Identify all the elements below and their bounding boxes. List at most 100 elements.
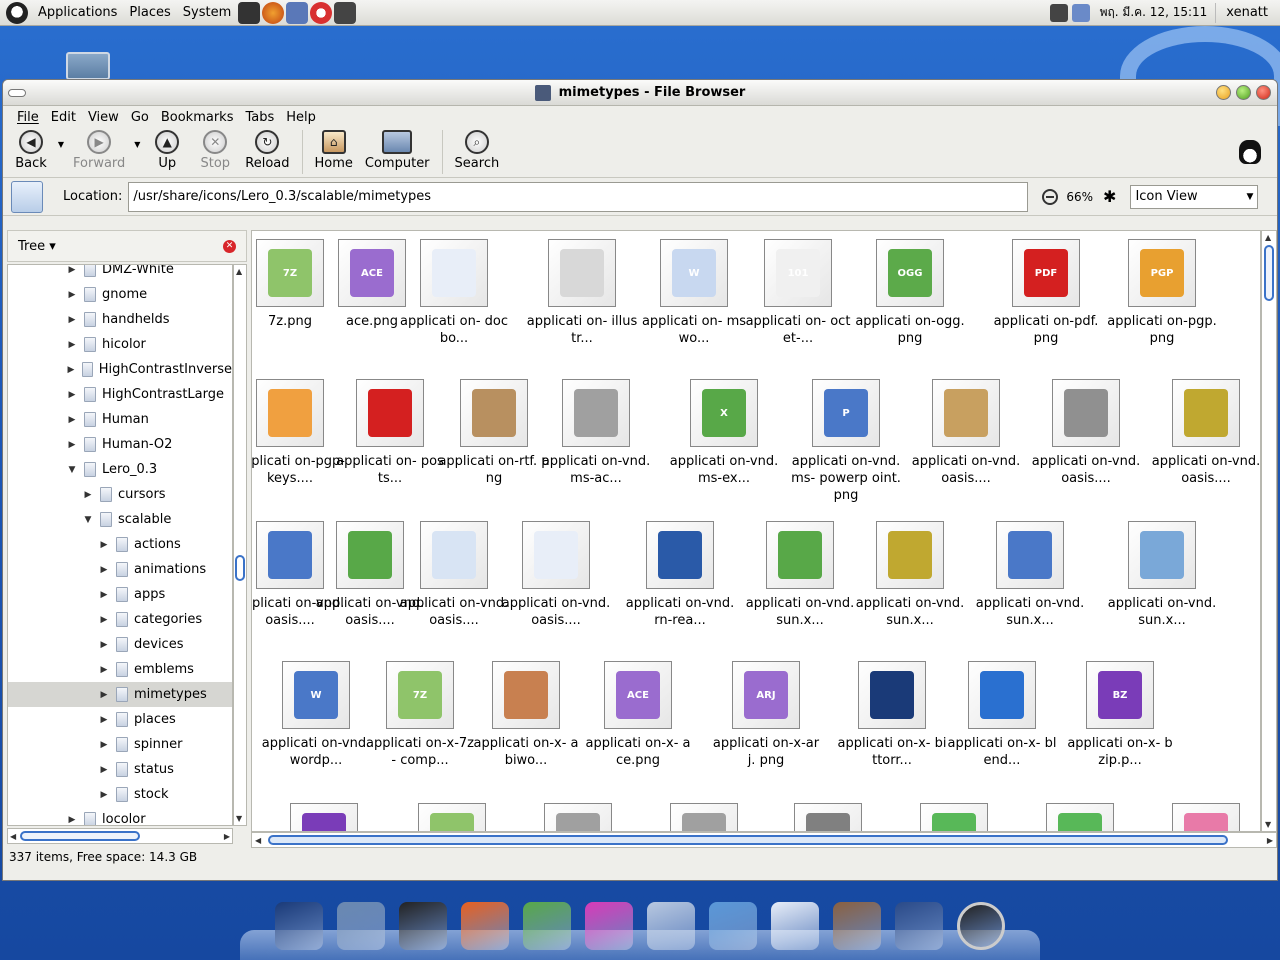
tree-hscroll-thumb[interactable] xyxy=(20,831,140,841)
file-icon-item[interactable]: Wapplicati on-vnd. wordp... xyxy=(256,661,376,769)
windows-logo-icon[interactable] xyxy=(275,902,323,950)
expander-closed-icon[interactable]: ▶ xyxy=(96,690,112,700)
mimetype-thumbnail-icon[interactable] xyxy=(418,803,486,831)
drawer-icon[interactable] xyxy=(709,902,757,950)
tree-row-scalable[interactable]: ▼ scalable xyxy=(8,507,232,532)
expander-closed-icon[interactable]: ▶ xyxy=(64,265,80,275)
expander-closed-icon[interactable]: ▶ xyxy=(96,640,112,650)
tree-row-emblems[interactable]: ▶ emblems xyxy=(8,657,232,682)
forward-history-dropdown[interactable]: ▼ xyxy=(131,128,143,149)
icon-view-hscroll-thumb[interactable] xyxy=(268,835,1228,845)
file-icon-item[interactable]: Wapplicati on- mswo... xyxy=(634,239,754,347)
expander-closed-icon[interactable]: ▶ xyxy=(64,440,80,450)
tree-row-dmz-white[interactable]: ▶ DMZ-White xyxy=(8,265,232,282)
pidgin-launcher-icon[interactable] xyxy=(286,1,309,24)
help-launcher-icon[interactable] xyxy=(310,1,333,24)
file-icon-item[interactable]: Xapplicati on-vnd. ms-ex... xyxy=(664,379,784,487)
scroll-right-arrow-icon[interactable]: ▶ xyxy=(224,832,230,841)
window-menu-button[interactable] xyxy=(8,89,26,97)
file-icon-item[interactable]: applicati on-vnd. sun.x... xyxy=(740,521,860,629)
printer-tray-icon[interactable] xyxy=(1049,3,1068,22)
search-button[interactable]: ⌕ Search xyxy=(449,128,506,171)
places-menu[interactable]: Places xyxy=(123,0,176,26)
tree-row-hicolor[interactable]: ▶ hicolor xyxy=(8,332,232,357)
expander-closed-icon[interactable]: ▶ xyxy=(64,815,80,825)
expander-open-icon[interactable]: ▼ xyxy=(64,465,80,475)
file-icon-item[interactable]: applicati on-vnd. rn-rea... xyxy=(620,521,740,629)
expander-closed-icon[interactable]: ▶ xyxy=(80,490,96,500)
file-icon-item[interactable]: Papplicati on-vnd. ms- powerp oint.png xyxy=(786,379,906,504)
file-icon-item[interactable]: 7Z applicati on-x-7z- comp... xyxy=(360,661,480,769)
expander-closed-icon[interactable]: ▶ xyxy=(64,415,80,425)
file-icon-item[interactable]: PDF applicati on-pdf. png xyxy=(986,239,1106,347)
side-pane-mode-select[interactable]: Tree ▾ xyxy=(18,239,56,254)
up-button[interactable]: ▲ Up xyxy=(143,128,191,171)
tree-row-animations[interactable]: ▶ animations xyxy=(8,557,232,582)
file-icon-item[interactable]: applicati on-vnd. oasis.... xyxy=(1146,379,1260,487)
tree-vertical-scrollbar[interactable]: ▲ ▼ xyxy=(233,264,247,826)
panel-clock[interactable]: พฤ. มี.ค. 12, 15:11 xyxy=(1092,3,1216,22)
tree-row-categories[interactable]: ▶ categories xyxy=(8,607,232,632)
minimize-button[interactable] xyxy=(1216,85,1231,100)
power-icon[interactable] xyxy=(957,902,1005,950)
tree-row-devices[interactable]: ▶ devices xyxy=(8,632,232,657)
calendar-icon[interactable] xyxy=(895,902,943,950)
menu-view[interactable]: View xyxy=(82,110,125,125)
tree-row-locolor[interactable]: ▶ locolor xyxy=(8,807,232,825)
scroll-left-arrow-icon[interactable]: ◀ xyxy=(10,832,16,841)
mimetype-thumbnail-icon[interactable] xyxy=(1046,803,1114,831)
screenshot-launcher-icon[interactable] xyxy=(334,1,357,24)
scroll-up-arrow-icon[interactable]: ▲ xyxy=(1265,233,1271,242)
tree-row-cursors[interactable]: ▶ cursors xyxy=(8,482,232,507)
file-icon-item[interactable]: ACE applicati on-x- ace.png xyxy=(578,661,698,769)
mimetype-thumbnail-icon[interactable] xyxy=(1172,803,1240,831)
file-icon-item[interactable]: applicati on-vnd. oasis.... xyxy=(496,521,616,629)
mimetype-thumbnail-icon[interactable] xyxy=(670,803,738,831)
expander-closed-icon[interactable]: ▶ xyxy=(96,665,112,675)
expander-open-icon[interactable]: ▼ xyxy=(80,515,96,525)
close-button[interactable] xyxy=(1256,85,1271,100)
tree-row-actions[interactable]: ▶ actions xyxy=(8,532,232,557)
view-mode-select[interactable]: Icon View ▼ xyxy=(1130,184,1259,209)
icon-view-vertical-scrollbar[interactable]: ▲ ▼ xyxy=(1261,230,1277,832)
zoom-in-icon[interactable]: ✱ xyxy=(1103,187,1116,206)
zoom-out-icon[interactable] xyxy=(1042,188,1059,205)
scroll-down-arrow-icon[interactable]: ▼ xyxy=(236,814,242,823)
menu-edit[interactable]: Edit xyxy=(45,110,82,125)
expander-closed-icon[interactable]: ▶ xyxy=(96,740,112,750)
tree-row-lero_0.3[interactable]: ▼ Lero_0.3 xyxy=(8,457,232,482)
close-side-pane-icon[interactable]: ✕ xyxy=(223,239,236,253)
tree-row-highcontrastlarge[interactable]: ▶ HighContrastLarge xyxy=(8,382,232,407)
file-icon-item[interactable]: applicati on-x- bittorr... xyxy=(832,661,952,769)
maximize-button[interactable] xyxy=(1236,85,1251,100)
mimetype-thumbnail-icon[interactable] xyxy=(544,803,612,831)
network-tray-icon[interactable] xyxy=(1071,3,1090,22)
file-icon-item[interactable]: OGG applicati on-ogg. png xyxy=(850,239,970,347)
user-switcher[interactable]: xenatt xyxy=(1215,2,1280,23)
expander-closed-icon[interactable]: ▶ xyxy=(96,590,112,600)
menu-help[interactable]: Help xyxy=(280,110,322,125)
menu-go[interactable]: Go xyxy=(125,110,155,125)
file-icon-item[interactable]: applicati on-vnd. ms-ac... xyxy=(536,379,656,487)
file-icon-item[interactable]: ARJ applicati on-x-arj. png xyxy=(706,661,826,769)
tree-row-handhelds[interactable]: ▶ handhelds xyxy=(8,307,232,332)
tree-row-human[interactable]: ▶ Human xyxy=(8,407,232,432)
expander-closed-icon[interactable]: ▶ xyxy=(64,390,80,400)
file-icon-item[interactable]: applicati on- docbo... xyxy=(394,239,514,347)
reload-button[interactable]: ↻ Reload xyxy=(239,128,295,171)
terminal-launcher-icon[interactable] xyxy=(238,1,261,24)
home-button[interactable]: ⌂ Home xyxy=(309,128,359,171)
file-icon-item[interactable]: 101 applicati on- octet-... xyxy=(738,239,858,347)
file-icon-item[interactable]: BZ applicati on-x- bzip.p... xyxy=(1060,661,1180,769)
scroll-up-arrow-icon[interactable]: ▲ xyxy=(236,267,242,276)
computer-button[interactable]: Computer xyxy=(359,128,436,171)
flower-icon[interactable] xyxy=(585,902,633,950)
tree-horizontal-scrollbar[interactable]: ◀ ▶ xyxy=(7,828,233,844)
expander-closed-icon[interactable]: ▶ xyxy=(64,340,80,350)
tree-row-status[interactable]: ▶ status xyxy=(8,757,232,782)
mimetype-thumbnail-icon[interactable] xyxy=(920,803,988,831)
gnome-foot-icon[interactable] xyxy=(6,1,28,24)
tree-row-places[interactable]: ▶ places xyxy=(8,707,232,732)
itunes-icon[interactable] xyxy=(647,902,695,950)
location-toggle-edit-icon[interactable] xyxy=(11,180,43,213)
